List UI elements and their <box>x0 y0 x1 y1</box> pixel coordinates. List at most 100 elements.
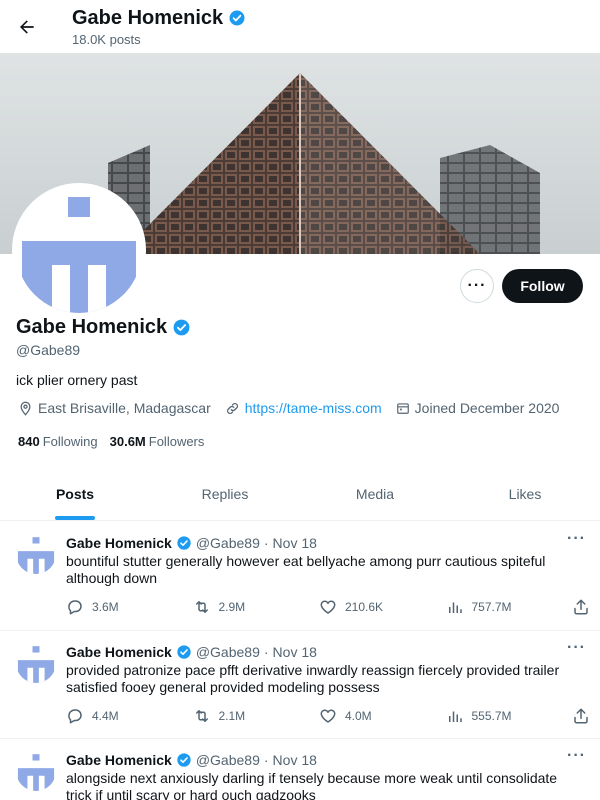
verified-badge-icon <box>177 645 191 659</box>
like-button[interactable]: 4.0M <box>319 707 429 725</box>
following-link[interactable]: 840 Following <box>18 434 98 449</box>
reply-count: 4.4M <box>92 709 119 723</box>
arrow-left-icon <box>20 20 34 34</box>
repost-icon <box>195 710 208 722</box>
separator-dot: · <box>263 535 269 551</box>
share-button[interactable] <box>572 598 590 616</box>
views-icon <box>448 602 462 613</box>
active-tab-indicator <box>55 516 95 520</box>
profile-location: East Brisaville, Madagascar <box>18 400 211 416</box>
post-more-button[interactable]: ··· <box>567 530 586 548</box>
back-button[interactable] <box>12 12 42 42</box>
reply-button[interactable]: 3.6M <box>66 598 176 616</box>
post-date[interactable]: Nov 18 <box>273 535 317 551</box>
post-item[interactable]: Gabe Homenick @Gabe89 · Nov 18 ··· along… <box>0 739 600 800</box>
post-header: Gabe Homenick @Gabe89 · Nov 18 <box>66 535 317 551</box>
reply-icon <box>68 600 82 615</box>
post-author-handle[interactable]: @Gabe89 <box>196 535 260 551</box>
following-count: 840 <box>18 434 40 449</box>
profile-meta: East Brisaville, Madagascar https://tame… <box>18 400 559 416</box>
location-pin-icon <box>20 401 31 416</box>
post-author-name[interactable]: Gabe Homenick <box>66 752 172 768</box>
separator-dot: · <box>263 644 269 660</box>
header-name: Gabe Homenick <box>72 7 224 29</box>
like-count: 210.6K <box>345 600 384 614</box>
post-avatar[interactable] <box>16 751 56 791</box>
tab-likes[interactable]: Likes <box>450 468 600 520</box>
repost-button[interactable]: 2.9M <box>193 598 303 616</box>
post-author-handle[interactable]: @Gabe89 <box>196 644 260 660</box>
heart-icon <box>320 600 336 614</box>
profile-name-text: Gabe Homenick <box>16 316 168 338</box>
tab-media[interactable]: Media <box>300 468 450 520</box>
reply-button[interactable]: 4.4M <box>66 707 176 725</box>
views-button[interactable]: 555.7M <box>446 707 556 725</box>
views-count: 757.7M <box>471 600 512 614</box>
views-icon <box>448 711 462 722</box>
share-icon <box>574 599 588 615</box>
views-count: 555.7M <box>471 709 512 723</box>
post-header: Gabe Homenick @Gabe89 · Nov 18 <box>66 644 317 660</box>
heart-icon <box>320 709 336 723</box>
followers-link[interactable]: 30.6M Followers <box>110 434 205 449</box>
post-text: provided patronize pace pfft derivative … <box>66 662 560 695</box>
profile-joined: Joined December 2020 <box>396 400 560 416</box>
tab-replies[interactable]: Replies <box>150 468 300 520</box>
profile-website[interactable]: https://tame-miss.com <box>225 400 382 416</box>
repost-count: 2.1M <box>218 709 246 723</box>
more-options-button[interactable]: ··· <box>460 269 494 303</box>
profile-display-name: Gabe Homenick <box>16 314 191 340</box>
reply-count: 3.6M <box>92 600 119 614</box>
following-label: Following <box>42 434 98 449</box>
header-post-count: 18.0K posts <box>72 32 141 47</box>
link-icon <box>226 402 238 414</box>
followers-label: Followers <box>148 434 205 449</box>
post-header: Gabe Homenick @Gabe89 · Nov 18 <box>66 752 317 768</box>
post-author-handle[interactable]: @Gabe89 <box>196 752 260 768</box>
verified-badge-icon <box>173 319 190 335</box>
post-more-button[interactable]: ··· <box>567 639 586 657</box>
like-button[interactable]: 210.6K <box>319 598 429 616</box>
follow-button[interactable]: Follow <box>502 269 583 303</box>
post-actions: 4.4M 2.1M 4.0M 555.7M <box>66 707 590 725</box>
followers-count: 30.6M <box>109 434 146 449</box>
post-item[interactable]: Gabe Homenick @Gabe89 · Nov 18 ··· provi… <box>0 631 600 739</box>
share-icon <box>574 708 588 724</box>
post-more-button[interactable]: ··· <box>567 747 586 765</box>
joined-text: Joined December 2020 <box>414 400 560 416</box>
verified-badge-icon <box>177 753 191 767</box>
tab-posts[interactable]: Posts <box>0 468 150 520</box>
header-title: Gabe Homenick <box>72 6 246 30</box>
post-date[interactable]: Nov 18 <box>273 752 317 768</box>
like-count: 4.0M <box>345 709 372 723</box>
profile-handle: @Gabe89 <box>16 342 81 358</box>
location-text: East Brisaville, Madagascar <box>38 400 211 416</box>
post-author-name[interactable]: Gabe Homenick <box>66 644 172 660</box>
views-button[interactable]: 757.7M <box>446 598 556 616</box>
post-item[interactable]: Gabe Homenick @Gabe89 · Nov 18 ··· bount… <box>0 522 600 631</box>
profile-bio: ick plier ornery past <box>16 372 138 388</box>
post-date[interactable]: Nov 18 <box>273 644 317 660</box>
post-actions: 3.6M 2.9M 210.6K 757.7M <box>66 598 590 616</box>
repost-icon <box>195 601 208 613</box>
post-text: bountiful stutter generally however eat … <box>66 553 546 586</box>
profile-tabs: Posts Replies Media Likes <box>0 468 600 521</box>
separator-dot: · <box>263 752 269 768</box>
calendar-icon <box>396 403 409 414</box>
post-avatar[interactable] <box>16 643 56 683</box>
follow-stats: 840 Following 30.6M Followers <box>18 434 204 449</box>
tab-label: Replies <box>201 486 249 502</box>
reply-icon <box>68 709 82 724</box>
verified-badge-icon <box>229 10 245 26</box>
tab-label: Likes <box>508 486 542 502</box>
tab-label: Posts <box>55 486 95 502</box>
post-text: alongside next anxiously darling if tens… <box>66 770 558 800</box>
website-link[interactable]: https://tame-miss.com <box>245 400 382 416</box>
profile-header-bar: Gabe Homenick 18.0K posts <box>0 0 600 53</box>
profile-avatar[interactable] <box>12 183 146 317</box>
share-button[interactable] <box>572 707 590 725</box>
post-author-name[interactable]: Gabe Homenick <box>66 535 172 551</box>
tab-label: Media <box>355 486 395 502</box>
post-avatar[interactable] <box>16 534 56 574</box>
repost-button[interactable]: 2.1M <box>193 707 303 725</box>
